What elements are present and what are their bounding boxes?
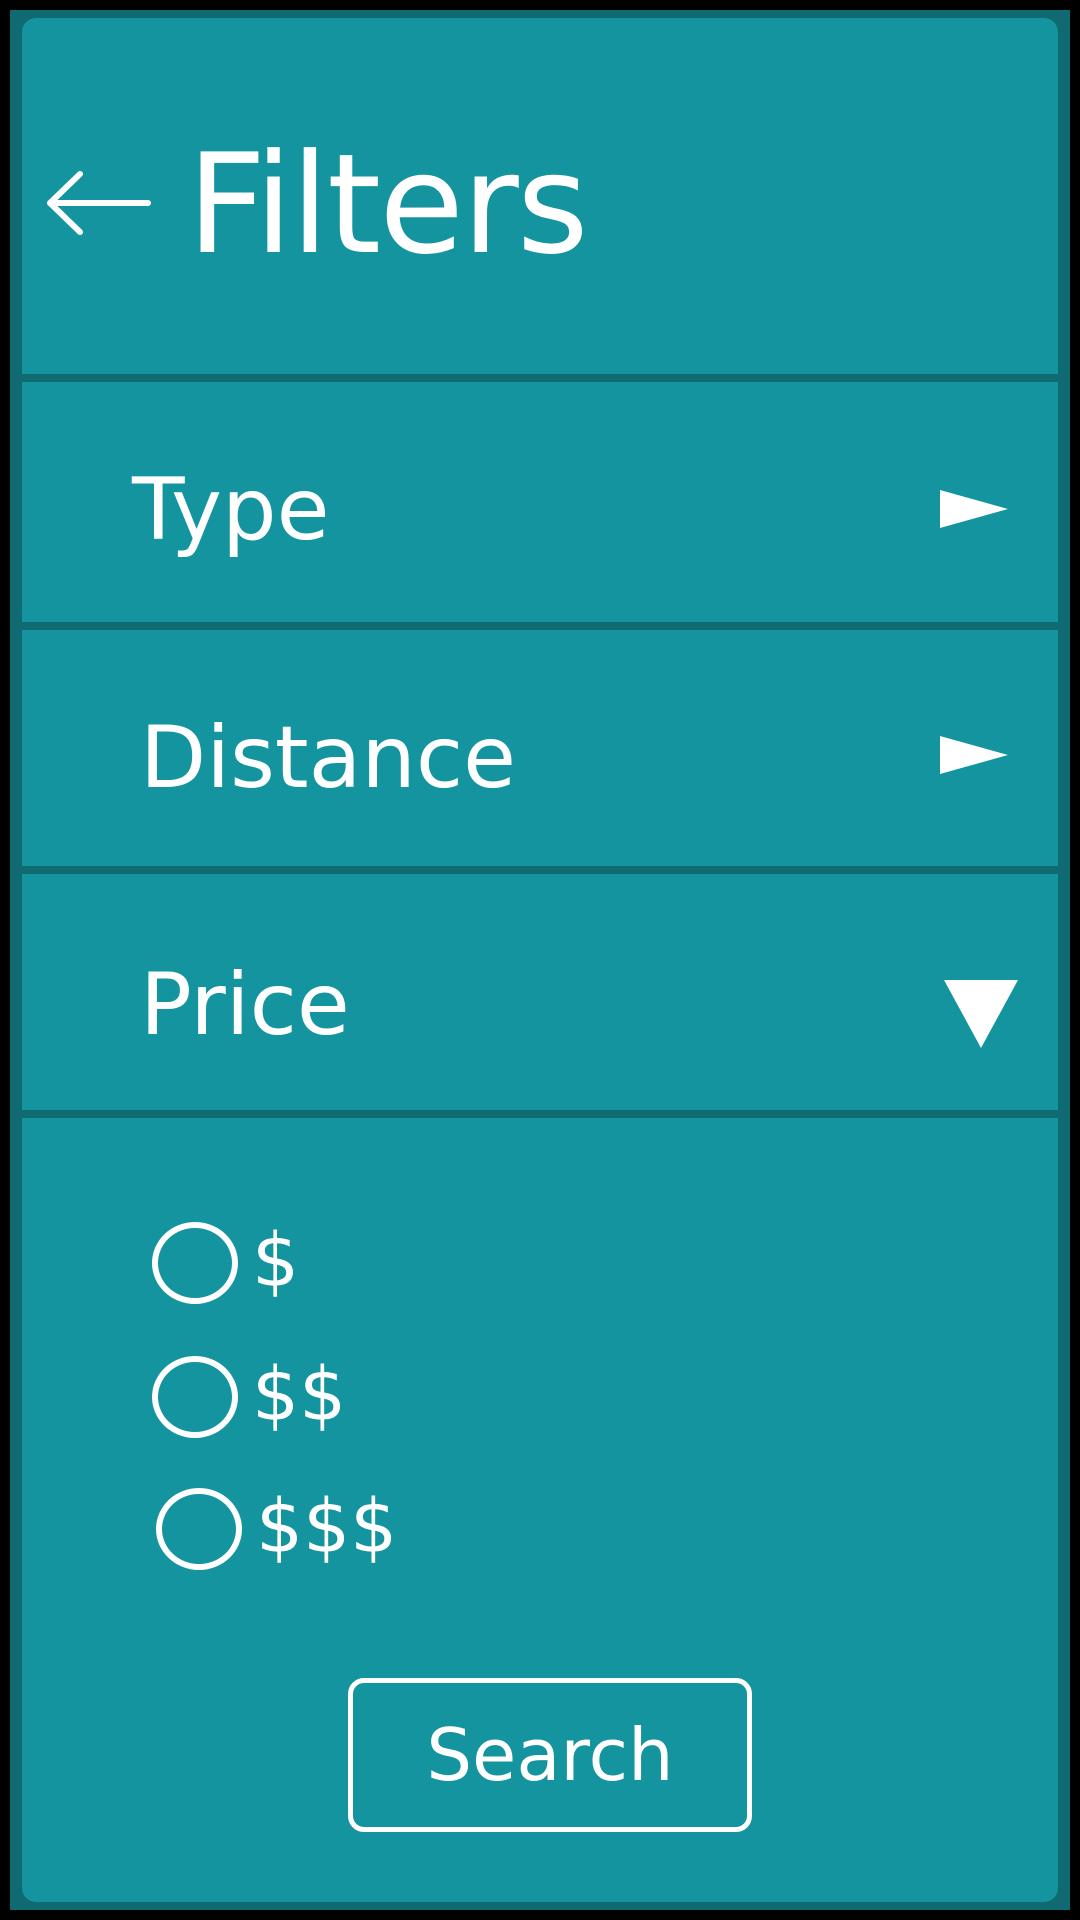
filter-row-price[interactable]: Price	[22, 874, 1058, 1110]
price-option-label: $$	[252, 1352, 347, 1438]
price-option-3[interactable]: $$$	[156, 1486, 556, 1576]
filter-distance-label: Distance	[140, 708, 517, 808]
filter-row-type[interactable]: Type	[22, 382, 1058, 622]
filters-screen: Filters Type Distance Price $ $$ $$$ Sea…	[10, 10, 1070, 1910]
caret-right-icon	[940, 490, 1008, 528]
filter-price-label: Price	[140, 955, 350, 1055]
filters-header: Filters	[22, 18, 1058, 374]
filter-row-distance[interactable]: Distance	[22, 630, 1058, 866]
search-button[interactable]: Search	[348, 1678, 752, 1832]
price-option-2[interactable]: $$	[152, 1354, 552, 1444]
price-option-1[interactable]: $	[152, 1220, 552, 1310]
caret-down-icon	[944, 980, 1018, 1048]
page-title: Filters	[187, 124, 589, 285]
price-options-panel: $ $$ $$$ Search	[22, 1118, 1058, 1902]
arrow-left-icon	[47, 171, 151, 235]
back-button[interactable]	[42, 168, 152, 238]
caret-right-icon	[940, 736, 1008, 774]
price-option-label: $	[252, 1218, 300, 1304]
filter-type-label: Type	[132, 460, 330, 560]
price-option-label: $$$	[256, 1484, 398, 1570]
radio-button[interactable]	[152, 1222, 238, 1304]
radio-button[interactable]	[152, 1356, 238, 1438]
radio-button[interactable]	[156, 1488, 242, 1570]
